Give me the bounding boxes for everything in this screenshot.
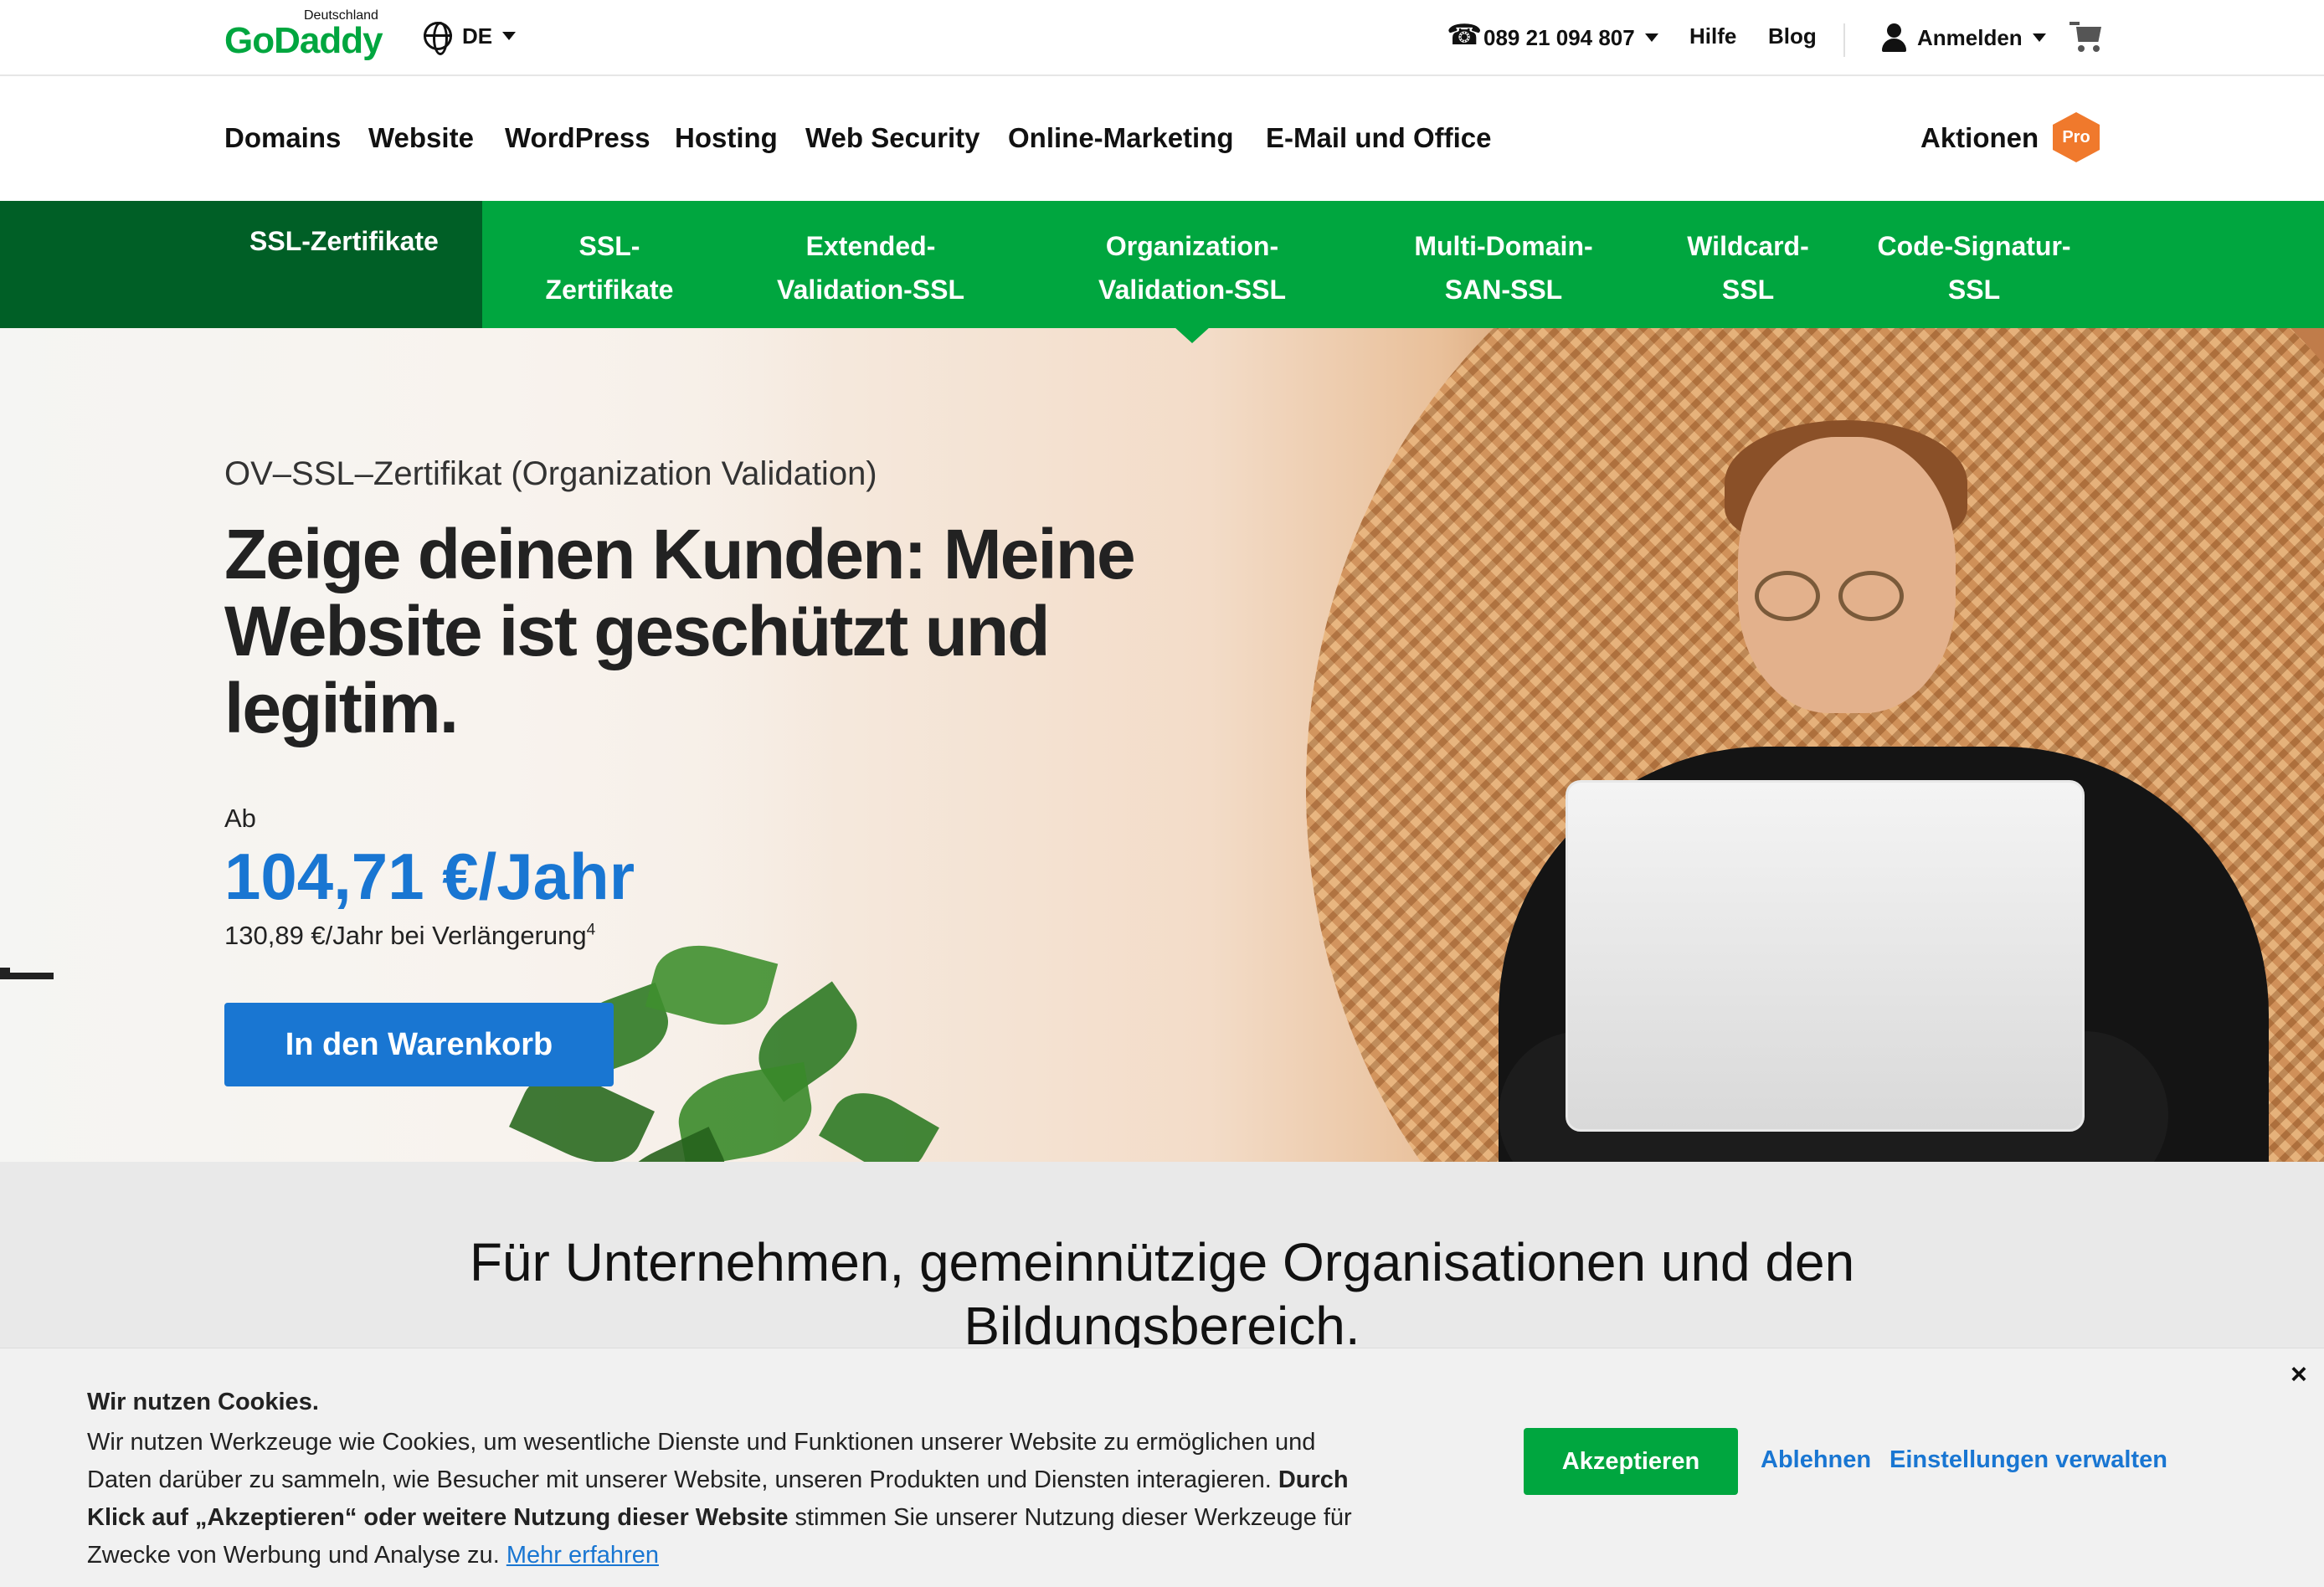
learn-more-link[interactable]: Mehr erfahren — [506, 1542, 659, 1569]
tab-label-line1: Wildcard- — [1687, 231, 1809, 261]
ssl-sub-nav: SSL-Zertifikate SSL- Zertifikate Extende… — [0, 201, 2324, 343]
tab-organization-validation-ssl[interactable]: Organization- Validation-SSL — [1098, 224, 1286, 311]
tab-label-line2: SSL — [1721, 275, 1775, 305]
phone-number: 089 21 094 807 — [1483, 24, 1635, 50]
cookie-banner: Wir nutzen Cookies. Wir nutzen Werkzeuge… — [0, 1348, 2324, 1587]
tab-label-line2: Validation-SSL — [1098, 275, 1287, 305]
cookie-text: Wir nutzen Werkzeuge wie Cookies, um wes… — [87, 1424, 1360, 1574]
tab-wildcard-ssl[interactable]: Wildcard- SSL — [1687, 224, 1809, 311]
tab-label-line1: Organization- — [1105, 231, 1279, 261]
sub-nav-current-section[interactable]: SSL-Zertifikate — [0, 201, 482, 328]
tab-code-signing-ssl[interactable]: Code-Signatur- SSL — [1877, 224, 2070, 311]
cookie-title: Wir nutzen Cookies. — [87, 1389, 319, 1415]
tab-label-line2: Validation-SSL — [776, 275, 965, 305]
tab-label-line1: Extended- — [805, 231, 936, 261]
nav-item-promotions[interactable]: Aktionen — [1920, 122, 2039, 154]
renewal-price-text: 130,89 €/Jahr bei Verlängerung — [224, 921, 587, 950]
close-icon[interactable]: × — [2291, 1358, 2307, 1391]
sign-in-menu[interactable]: Anmelden — [1880, 23, 2046, 52]
logo-text: GoDaddy — [224, 20, 383, 61]
nav-item-email-office[interactable]: E-Mail und Office — [1266, 122, 1492, 154]
hero-eyebrow: OV–SSL–Zertifikat (Organization Validati… — [224, 455, 877, 492]
decorative-mark — [0, 973, 54, 979]
sub-nav-current-label: SSL-Zertifikate — [249, 226, 439, 256]
tab-label-line1: SSL- — [578, 231, 640, 261]
hero-headline: Zeige deinen Kunden: Meine Website ist g… — [224, 515, 1136, 747]
nav-item-website[interactable]: Website — [368, 122, 474, 154]
language-selector[interactable]: DE — [424, 22, 517, 55]
tab-label-line2: Zertifikate — [545, 275, 674, 305]
tab-extended-validation-ssl[interactable]: Extended- Validation-SSL — [777, 224, 964, 311]
accept-cookies-button[interactable]: Akzeptieren — [1524, 1428, 1738, 1495]
divider — [1843, 23, 1845, 57]
globe-icon — [424, 22, 452, 55]
blog-link[interactable]: Blog — [1768, 23, 1817, 49]
chevron-down-icon — [1644, 33, 1658, 42]
blog-label: Blog — [1768, 23, 1817, 49]
utility-bar: Deutschland GoDaddy DE 089 21 094 807 Hi… — [0, 0, 2324, 76]
nav-item-domains[interactable]: Domains — [224, 122, 341, 154]
phone-menu[interactable]: 089 21 094 807 — [1447, 18, 1658, 52]
cookie-text-part1: Wir nutzen Werkzeuge wie Cookies, um wes… — [87, 1429, 1316, 1493]
tab-ssl-certificates[interactable]: SSL- Zertifikate — [546, 224, 674, 311]
add-to-cart-button[interactable]: In den Warenkorb — [224, 1003, 614, 1086]
nav-item-hosting[interactable]: Hosting — [675, 122, 778, 154]
nav-item-wordpress[interactable]: WordPress — [505, 122, 650, 154]
sign-in-label: Anmelden — [1917, 24, 2023, 50]
section-heading-line1: Für Unternehmen, gemeinnützige Organisat… — [469, 1232, 1855, 1292]
tab-label-line2: SSL — [1947, 275, 2001, 305]
language-label: DE — [462, 23, 493, 49]
help-link[interactable]: Hilfe — [1689, 23, 1736, 49]
phone-icon — [1447, 18, 1482, 52]
price: 104,71 €/Jahr — [224, 840, 635, 913]
glasses-icon — [1755, 571, 1820, 621]
tab-label-line2: SAN-SSL — [1444, 275, 1563, 305]
main-nav: Domains Website WordPress Hosting Web Se… — [0, 77, 2324, 201]
tab-multi-domain-san-ssl[interactable]: Multi-Domain- SAN-SSL — [1414, 224, 1592, 311]
nav-item-web-security[interactable]: Web Security — [805, 122, 979, 154]
footnote-marker[interactable]: 4 — [587, 922, 596, 939]
active-tab-indicator — [1174, 326, 1211, 343]
chevron-down-icon — [502, 32, 517, 40]
decline-cookies-link[interactable]: Ablehnen — [1761, 1446, 1871, 1474]
section-heading: Für Unternehmen, gemeinnützige Organisat… — [0, 1230, 2324, 1358]
renewal-price: 130,89 €/Jahr bei Verlängerung4 — [224, 921, 595, 951]
chevron-down-icon — [2032, 33, 2046, 42]
price-prefix: Ab — [224, 804, 256, 833]
pro-badge-icon[interactable]: Pro — [2053, 112, 2100, 162]
tab-label-line1: Multi-Domain- — [1414, 231, 1593, 261]
tab-label-line1: Code-Signatur- — [1877, 231, 2071, 261]
cart-icon[interactable] — [2069, 22, 2103, 54]
nav-item-online-marketing[interactable]: Online-Marketing — [1008, 122, 1234, 154]
manage-settings-link[interactable]: Einstellungen verwalten — [1890, 1446, 2167, 1474]
help-label: Hilfe — [1689, 23, 1737, 49]
glasses-icon — [1838, 571, 1904, 621]
hero-image-laptop — [1566, 780, 2085, 1132]
user-icon — [1880, 23, 1907, 52]
hero-banner: OV–SSL–Zertifikat (Organization Validati… — [0, 328, 2324, 1162]
